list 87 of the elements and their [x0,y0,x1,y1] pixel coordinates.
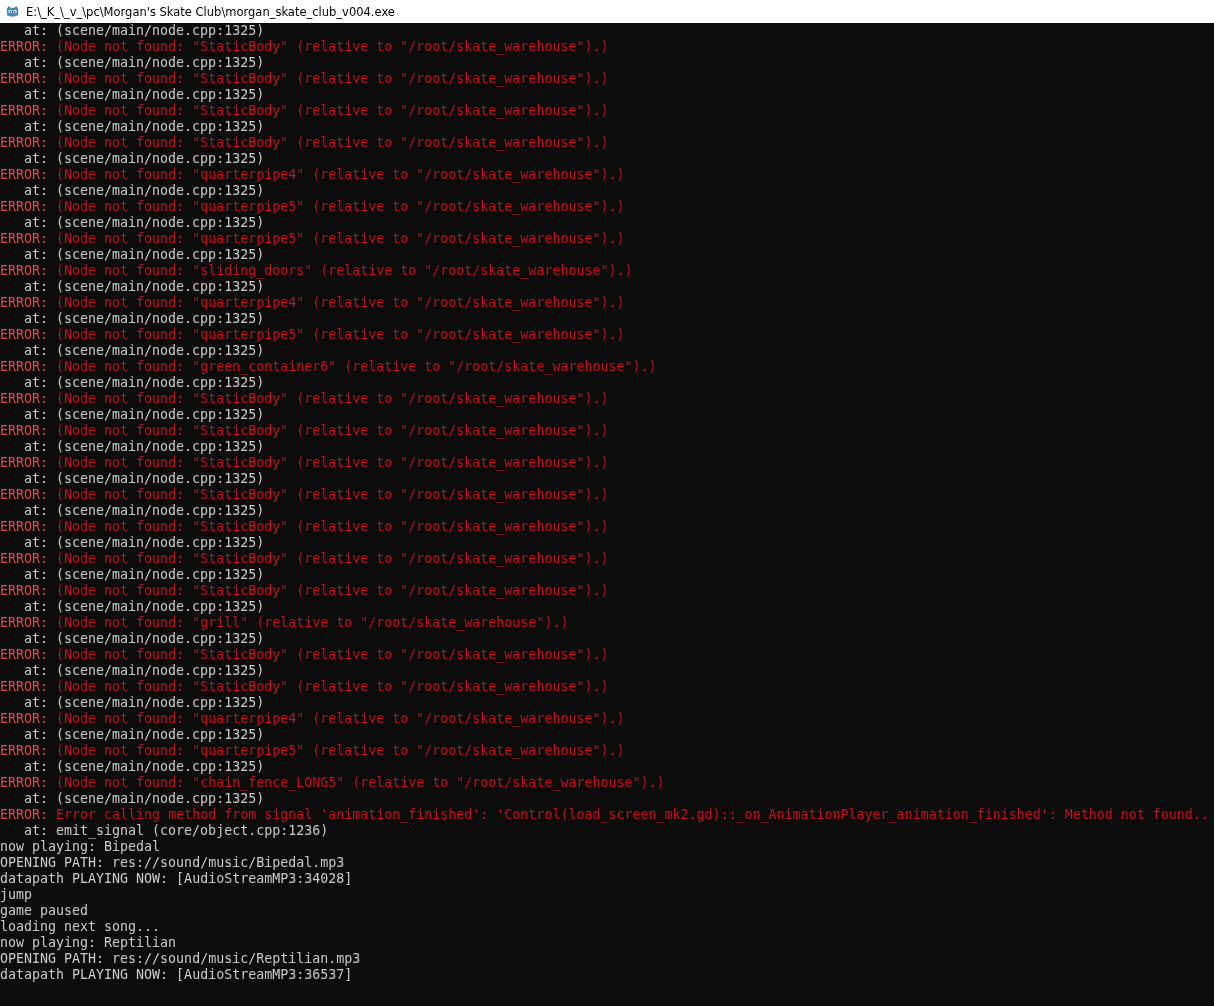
error-message: (Node not found: "StaticBody" (relative to "/root/skate_warehouse").) [55,583,609,598]
error-label: ERROR: [0,807,49,822]
window-title: E:\_K_\_v_\pc\Morgan's Skate Club\morgan_skate_club_v004.exe [26,4,395,19]
error-message: (Node not found: "quarterpipe4" (relative to "/root/skate_warehouse").) [55,711,625,726]
error-label: ERROR: [0,487,49,502]
trace-line: at: (scene/main/node.cpp:1325) [24,695,265,710]
trace-line: at: (scene/main/node.cpp:1325) [24,759,265,774]
error-label: ERROR: [0,455,49,470]
error-message: (Node not found: "quarterpipe4" (relative to "/root/skate_warehouse").) [55,167,625,182]
error-message: (Node not found: "StaticBody" (relative to "/root/skate_warehouse").) [55,487,609,502]
error-label: ERROR: [0,551,49,566]
error-label: ERROR: [0,199,49,214]
log-line: now playing: Bipedal [0,839,161,854]
log-line: jump [0,887,33,902]
error-message: (Node not found: "StaticBody" (relative to "/root/skate_warehouse").) [55,423,609,438]
trace-line: at: (scene/main/node.cpp:1325) [24,23,265,38]
error-label: ERROR: [0,327,49,342]
error-label: ERROR: [0,263,49,278]
error-message: (Node not found: "green_container6" (relative to "/root/skate_warehouse").) [55,359,657,374]
error-message: (Node not found: "sliding_doors" (relative to "/root/skate_warehouse").) [55,263,633,278]
trace-line: at: (scene/main/node.cpp:1325) [24,407,265,422]
robot-head-icon [5,4,20,19]
error-label: ERROR: [0,615,49,630]
error-message: Error calling method from signal 'animation_finished': 'Control(load_screen_mk2.gd)::_on_AnimationPlayer_animation_finished': Method not found.. [55,807,1209,822]
error-label: ERROR: [0,519,49,534]
trace-line: at: (scene/main/node.cpp:1325) [24,471,265,486]
error-message: (Node not found: "StaticBody" (relative to "/root/skate_warehouse").) [55,39,609,54]
log-line: loading next song... [0,919,161,934]
trace-line: at: (scene/main/node.cpp:1325) [24,215,265,230]
error-message: (Node not found: "StaticBody" (relative to "/root/skate_warehouse").) [55,519,609,534]
log-line: now playing: Reptilian [0,935,177,950]
error-label: ERROR: [0,231,49,246]
error-message: (Node not found: "StaticBody" (relative to "/root/skate_warehouse").) [55,71,609,86]
error-label: ERROR: [0,583,49,598]
error-label: ERROR: [0,711,49,726]
error-message: (Node not found: "quarterpipe5" (relative to "/root/skate_warehouse").) [55,231,625,246]
error-message: (Node not found: "StaticBody" (relative to "/root/skate_warehouse").) [55,135,609,150]
trace-line: at: (scene/main/node.cpp:1325) [24,567,265,582]
trace-line: at: (scene/main/node.cpp:1325) [24,791,265,806]
trace-line: at: (scene/main/node.cpp:1325) [24,503,265,518]
trace-line: at: (scene/main/node.cpp:1325) [24,279,265,294]
log-line: OPENING PATH: res://sound/music/Reptilian.mp3 [0,951,361,966]
trace-line: at: (scene/main/node.cpp:1325) [24,119,265,134]
trace-line: at: (scene/main/node.cpp:1325) [24,151,265,166]
log-line: datapath PLAYING NOW: [AudioStreamMP3:36537] [0,967,353,982]
error-label: ERROR: [0,39,49,54]
log-line: game paused [0,903,89,918]
trace-line: at: (scene/main/node.cpp:1325) [24,183,265,198]
error-message: (Node not found: "quarterpipe5" (relative to "/root/skate_warehouse").) [55,327,625,342]
error-message: (Node not found: "StaticBody" (relative to "/root/skate_warehouse").) [55,391,609,406]
error-label: ERROR: [0,743,49,758]
error-message: (Node not found: "StaticBody" (relative to "/root/skate_warehouse").) [55,455,609,470]
error-message: (Node not found: "StaticBody" (relative to "/root/skate_warehouse").) [55,647,609,662]
error-message: (Node not found: "chain_fence_LONG5" (relative to "/root/skate_warehouse").) [55,775,665,790]
trace-line: at: (scene/main/node.cpp:1325) [24,599,265,614]
error-message: (Node not found: "grill" (relative to "/root/skate_warehouse").) [55,615,569,630]
error-message: (Node not found: "quarterpipe4" (relative to "/root/skate_warehouse").) [55,295,625,310]
trace-line: at: (scene/main/node.cpp:1325) [24,247,265,262]
trace-line: at: (scene/main/node.cpp:1325) [24,535,265,550]
error-label: ERROR: [0,71,49,86]
trace-line: at: (scene/main/node.cpp:1325) [24,87,265,102]
error-message: (Node not found: "quarterpipe5" (relative to "/root/skate_warehouse").) [55,743,625,758]
log-line: datapath PLAYING NOW: [AudioStreamMP3:34028] [0,871,353,886]
log-line: OPENING PATH: res://sound/music/Bipedal.mp3 [0,855,345,870]
error-message: (Node not found: "quarterpipe5" (relative to "/root/skate_warehouse").) [55,199,625,214]
trace-line: at: emit_signal (core/object.cpp:1236) [24,823,329,838]
error-label: ERROR: [0,167,49,182]
error-message: (Node not found: "StaticBody" (relative to "/root/skate_warehouse").) [55,551,609,566]
trace-line: at: (scene/main/node.cpp:1325) [24,343,265,358]
trace-line: at: (scene/main/node.cpp:1325) [24,727,265,742]
trace-line: at: (scene/main/node.cpp:1325) [24,439,265,454]
error-label: ERROR: [0,359,49,374]
error-label: ERROR: [0,647,49,662]
trace-line: at: (scene/main/node.cpp:1325) [24,311,265,326]
trace-line: at: (scene/main/node.cpp:1325) [24,631,265,646]
error-message: (Node not found: "StaticBody" (relative to "/root/skate_warehouse").) [55,103,609,118]
trace-line: at: (scene/main/node.cpp:1325) [24,663,265,678]
trace-line: at: (scene/main/node.cpp:1325) [24,55,265,70]
error-label: ERROR: [0,135,49,150]
error-label: ERROR: [0,391,49,406]
error-label: ERROR: [0,103,49,118]
error-label: ERROR: [0,775,49,790]
trace-line: at: (scene/main/node.cpp:1325) [24,375,265,390]
error-label: ERROR: [0,679,49,694]
error-label: ERROR: [0,295,49,310]
error-message: (Node not found: "StaticBody" (relative to "/root/skate_warehouse").) [55,679,609,694]
error-label: ERROR: [0,423,49,438]
